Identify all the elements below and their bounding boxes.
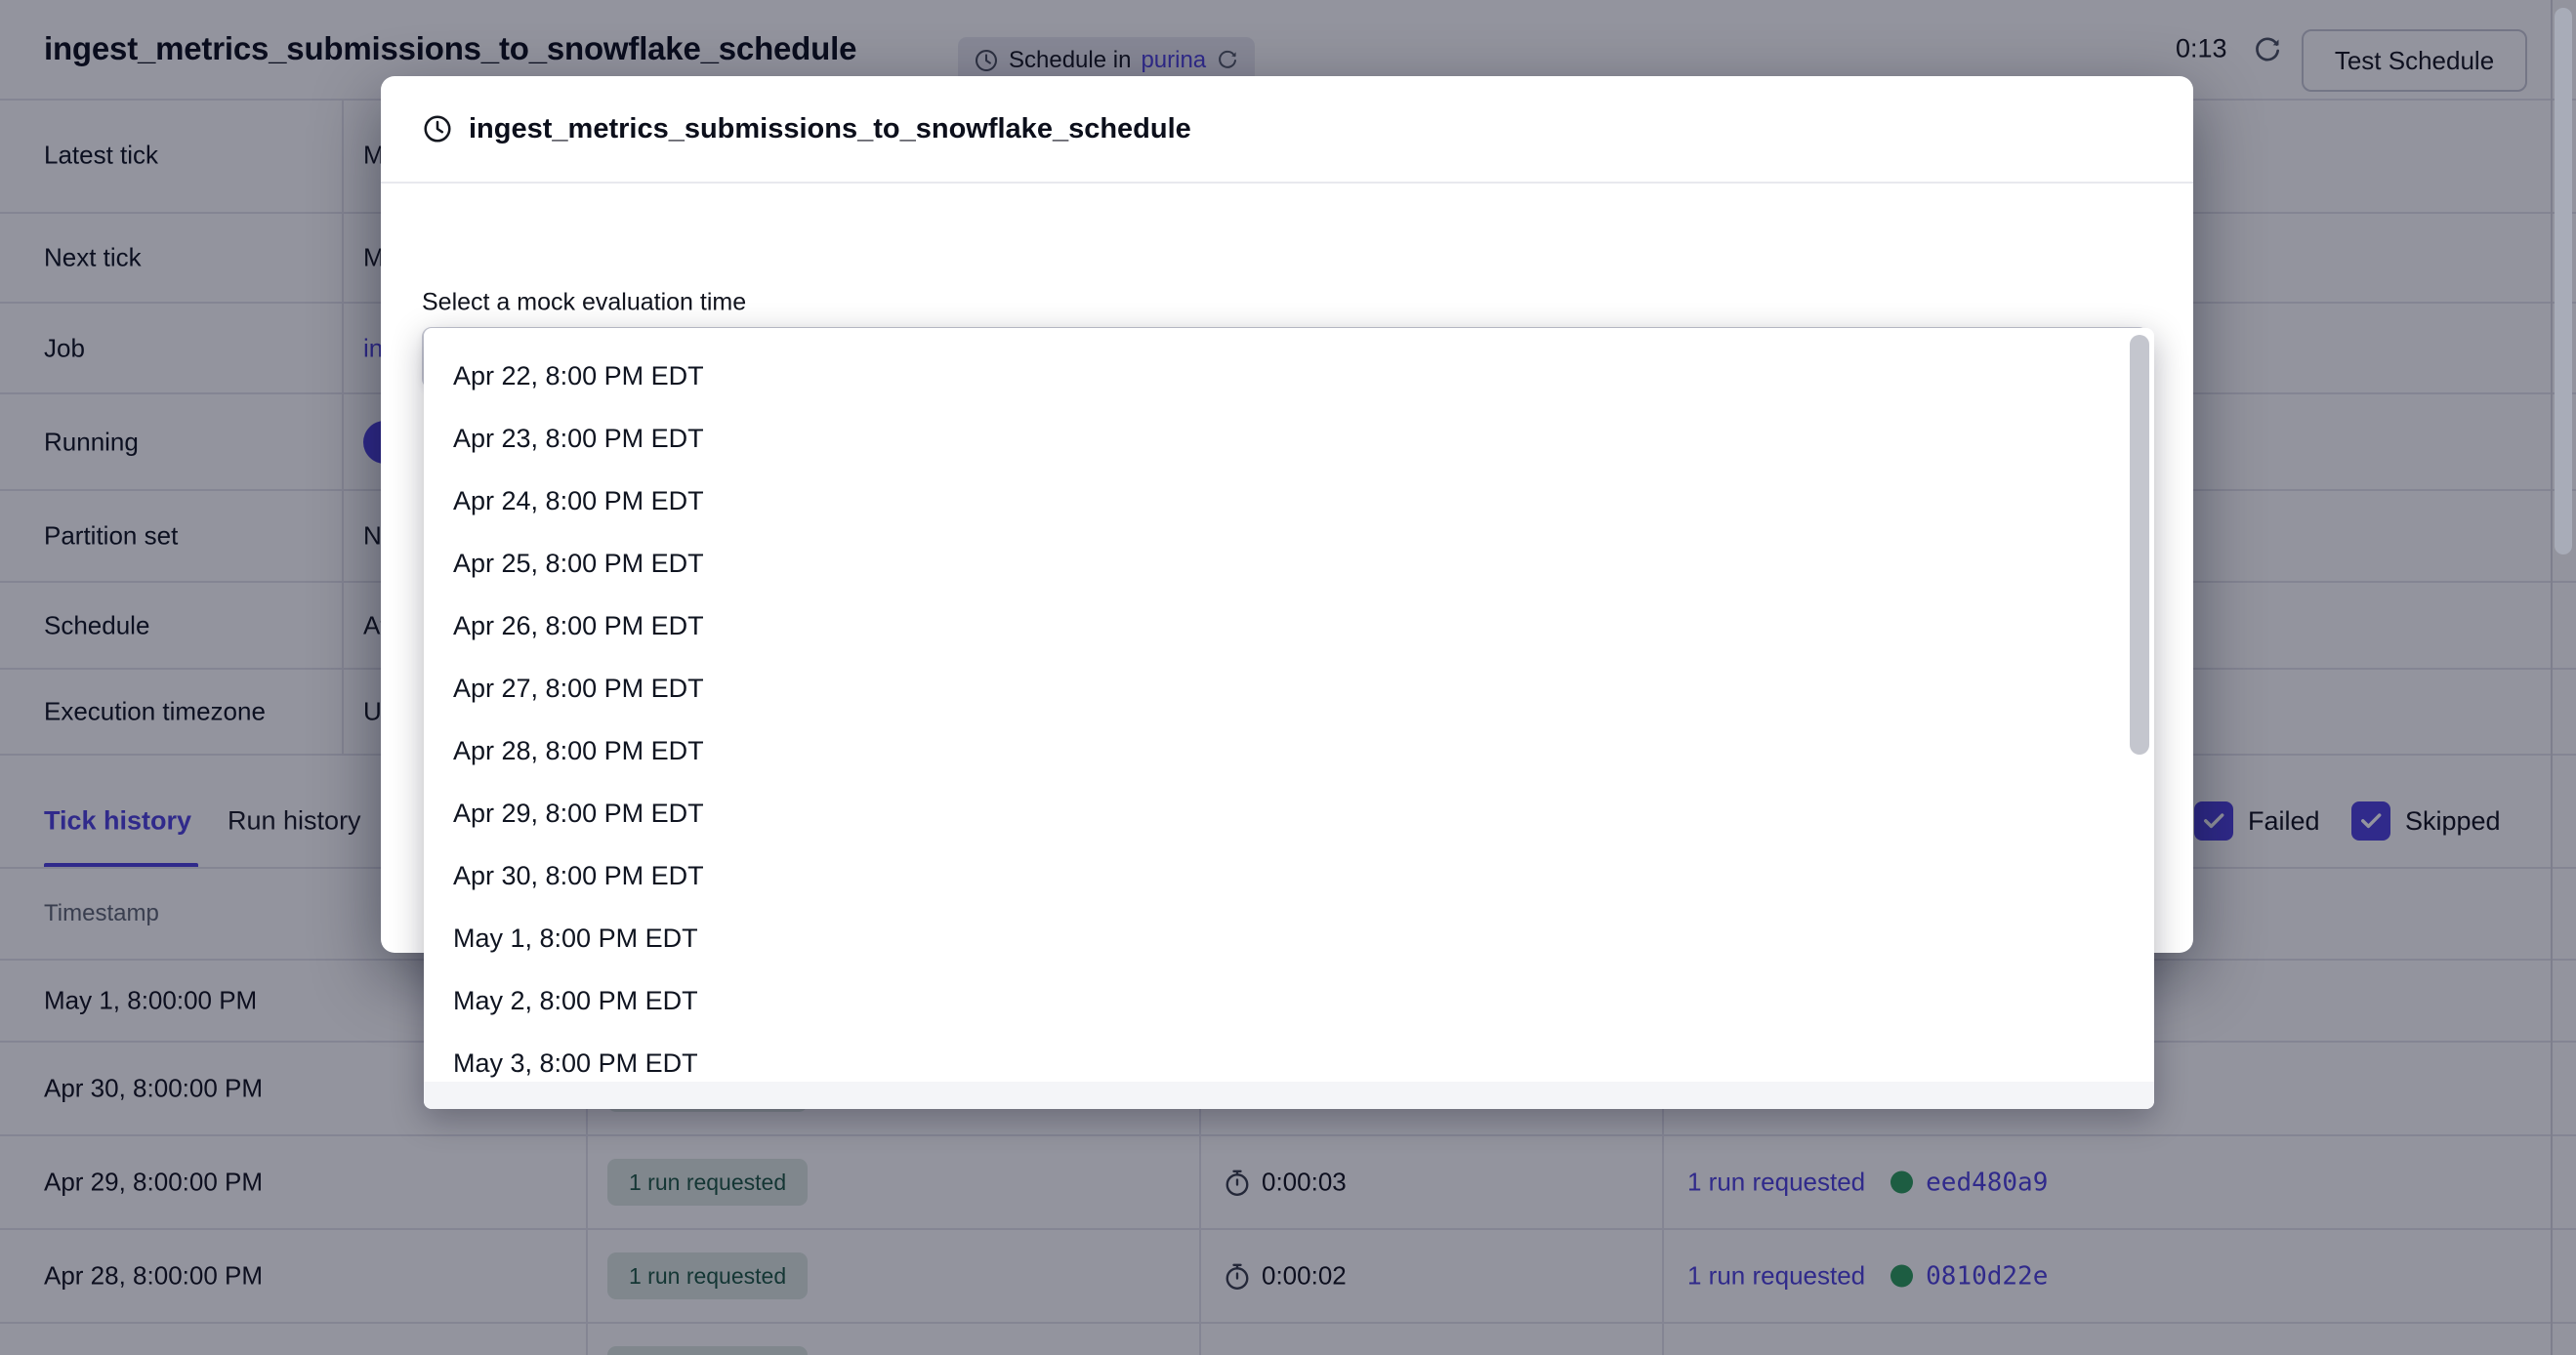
menu-option[interactable]: Apr 24, 8:00 PM EDT bbox=[424, 470, 2154, 532]
menu-option[interactable]: Apr 29, 8:00 PM EDT bbox=[424, 782, 2154, 844]
dialog-header: ingest_metrics_submissions_to_snowflake_… bbox=[381, 76, 2193, 184]
menu-option[interactable]: Apr 26, 8:00 PM EDT bbox=[424, 595, 2154, 657]
page-scrollbar-thumb[interactable] bbox=[2555, 8, 2572, 554]
menu-option[interactable]: Apr 30, 8:00 PM EDT bbox=[424, 844, 2154, 907]
menu-option[interactable]: Apr 27, 8:00 PM EDT bbox=[424, 657, 2154, 719]
clock-icon bbox=[422, 113, 453, 144]
evaluation-time-menu: Apr 22, 8:00 PM EDT Apr 23, 8:00 PM EDT … bbox=[424, 328, 2154, 1109]
menu-footer bbox=[424, 1082, 2154, 1109]
menu-option[interactable]: Apr 23, 8:00 PM EDT bbox=[424, 407, 2154, 470]
schedule-page: ingest_metrics_submissions_to_snowflake_… bbox=[0, 0, 2576, 1355]
menu-option[interactable]: Apr 22, 8:00 PM EDT bbox=[424, 345, 2154, 407]
menu-scrollbar-thumb[interactable] bbox=[2130, 335, 2149, 755]
menu-option[interactable]: May 1, 8:00 PM EDT bbox=[424, 907, 2154, 969]
menu-option[interactable]: Apr 28, 8:00 PM EDT bbox=[424, 719, 2154, 782]
menu-option[interactable]: Apr 25, 8:00 PM EDT bbox=[424, 532, 2154, 595]
dialog-title: ingest_metrics_submissions_to_snowflake_… bbox=[469, 113, 1191, 145]
evaluation-time-label: Select a mock evaluation time bbox=[422, 289, 746, 317]
menu-option[interactable]: May 2, 8:00 PM EDT bbox=[424, 969, 2154, 1032]
